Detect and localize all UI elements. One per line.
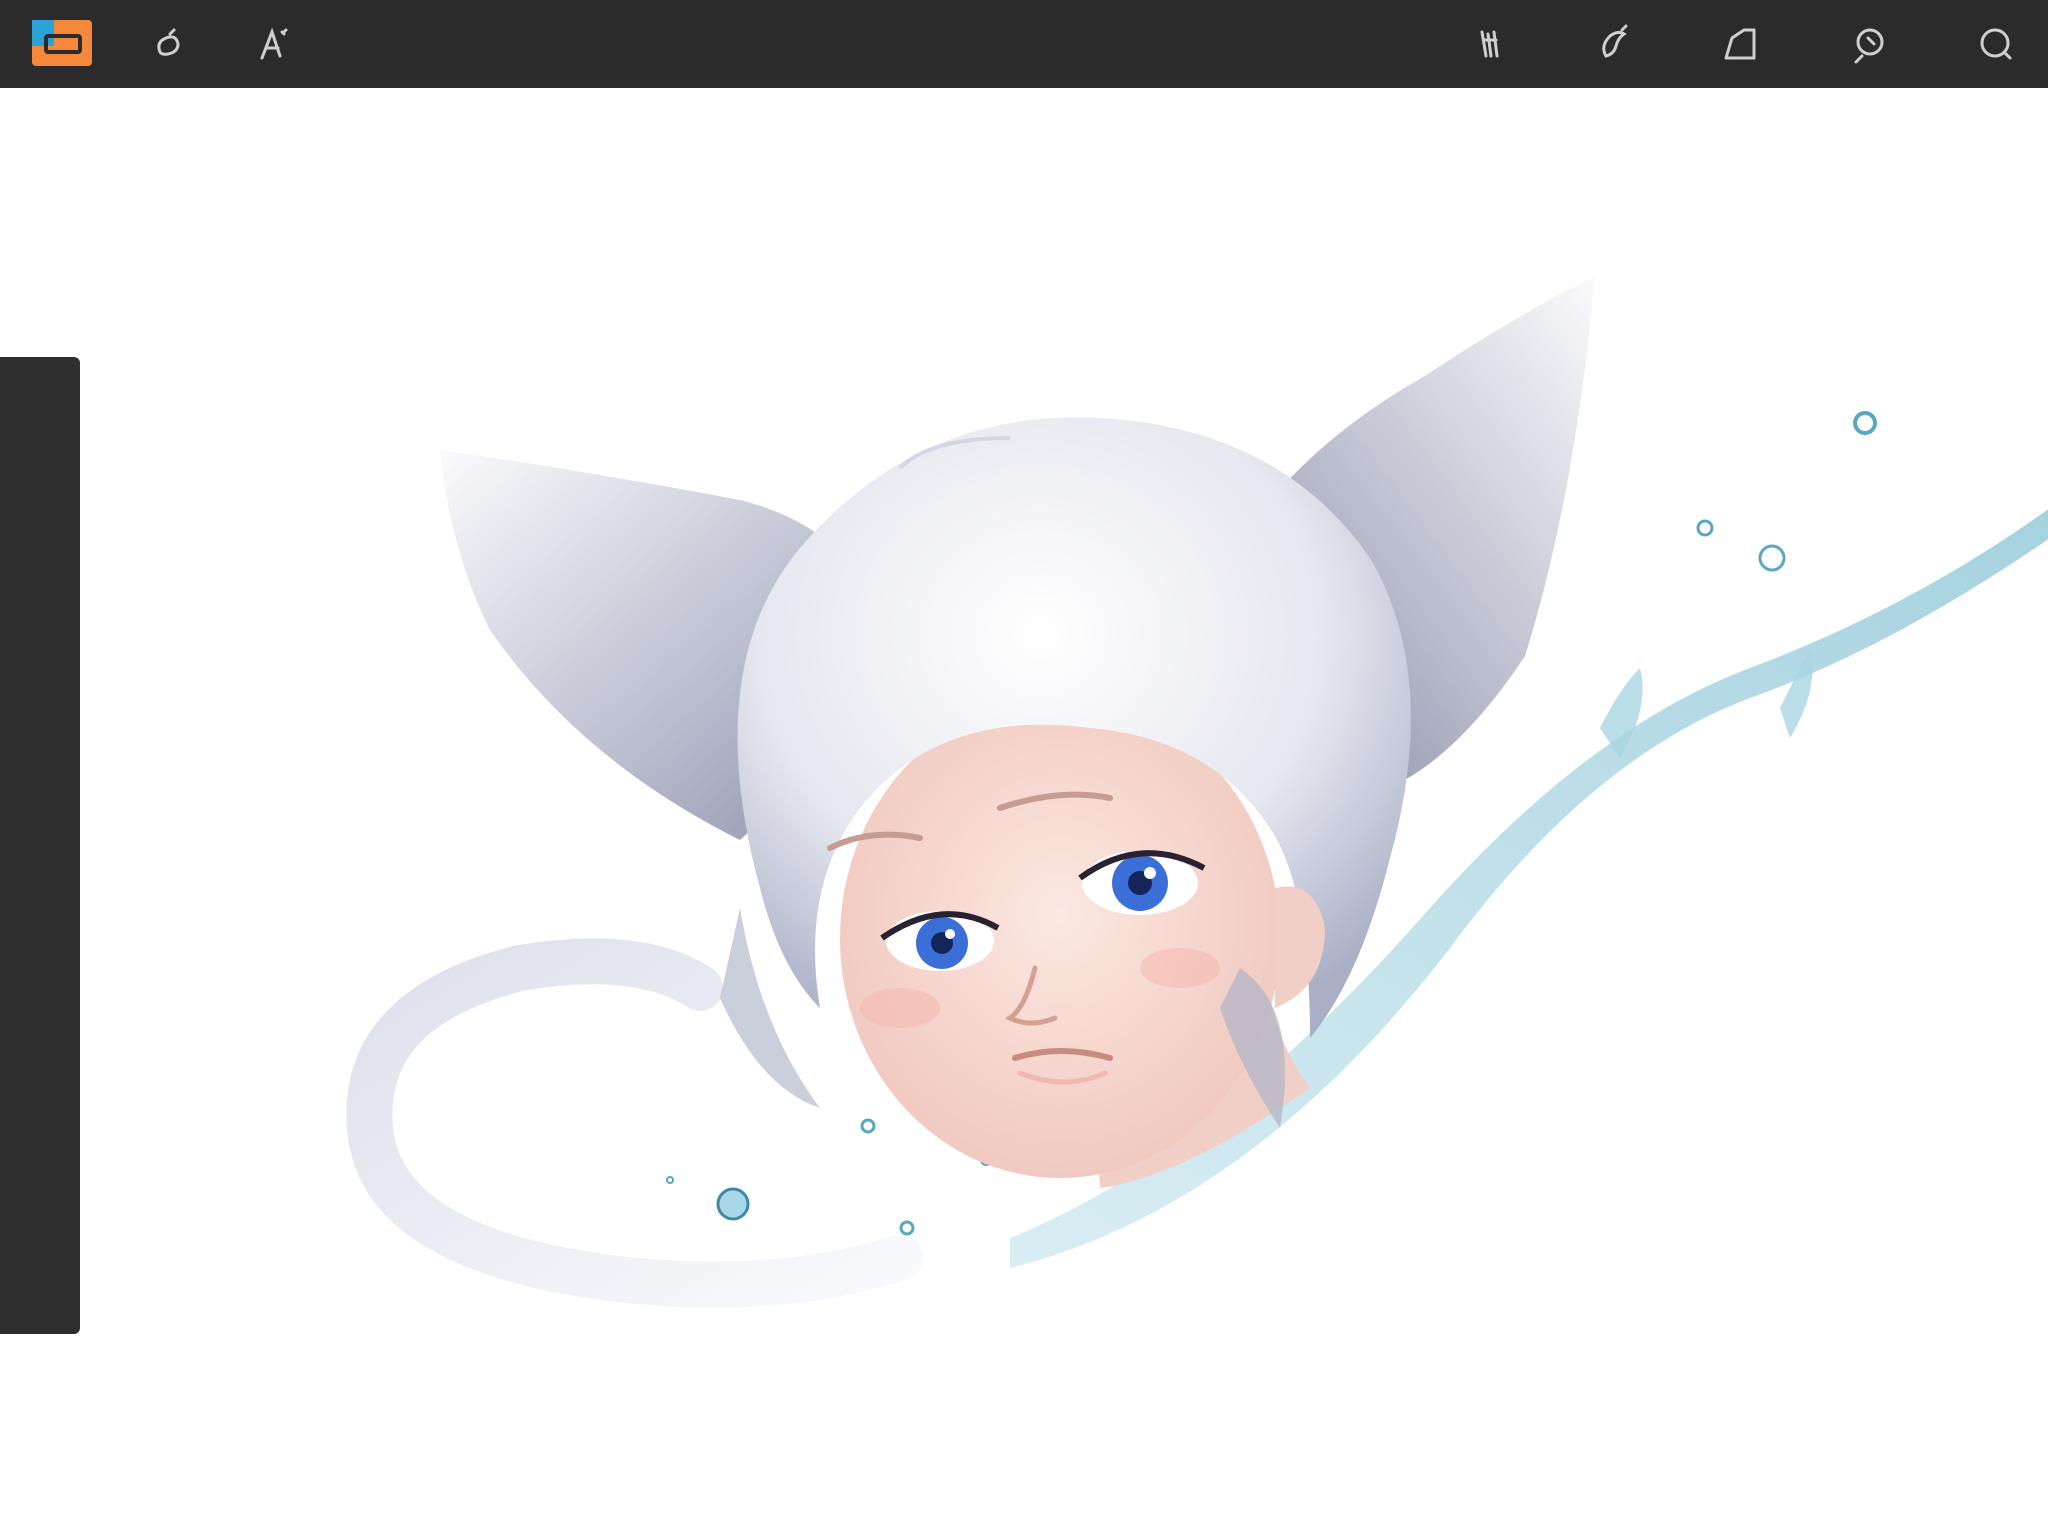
top-toolbar [0,0,2048,88]
color-button[interactable] [1966,14,2026,74]
actions-button[interactable] [138,14,198,74]
eraser-icon [1724,28,1756,60]
gallery-icon [32,20,92,66]
adjustments-button[interactable] [242,14,302,74]
brush-icon [1480,30,1499,58]
gallery-button[interactable] [30,18,94,68]
drawing-canvas[interactable] [0,88,2048,1536]
smudge-button[interactable] [1584,14,1644,74]
magic-wand-icon [260,27,288,60]
layers-icon [1854,28,1884,64]
color-icon [1980,28,2012,60]
smudge-icon [1602,24,1628,58]
artwork-illustration [346,276,2048,1308]
wrench-icon [157,28,180,56]
brush-button[interactable] [1460,14,1520,74]
layers-button[interactable] [1840,14,1900,74]
eraser-button[interactable] [1710,14,1770,74]
